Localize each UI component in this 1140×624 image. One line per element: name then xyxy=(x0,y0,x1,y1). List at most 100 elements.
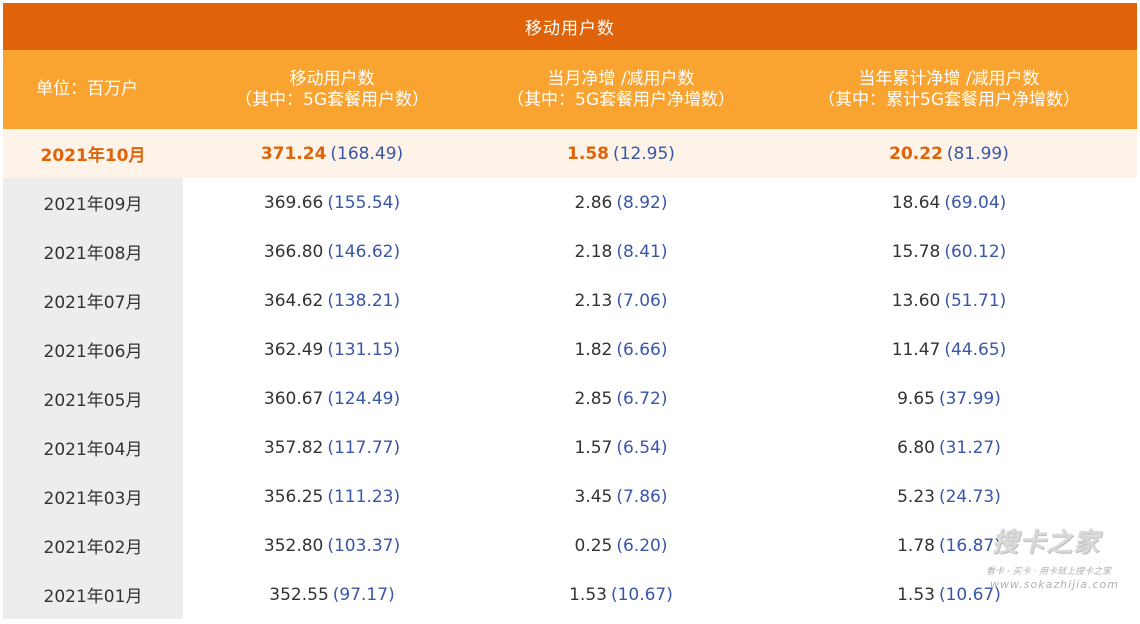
table-row: 2021年01月 352.55 (97.17) 1.53 (10.67) 1.53 (10.… xyxy=(3,570,1137,619)
total-5g-value: (131.15) xyxy=(327,339,401,360)
monthly-net-value: 2.18 xyxy=(574,241,613,262)
ytd-net-value: 6.80 xyxy=(897,437,935,458)
total-users-cell: 352.80 (103.37) xyxy=(183,521,481,570)
total-users-value: 357.82 xyxy=(263,437,324,458)
table-row: 2021年02月 352.80 (103.37) 0.25 (6.20) 1.78 (16.… xyxy=(3,521,1137,570)
total-users-cell: 366.80 (146.62) xyxy=(183,227,481,276)
header-total-users-sub: （其中：5G套餐用户数） xyxy=(235,89,429,110)
month-label: 2021年04月 xyxy=(43,440,143,460)
watermark-url: www.sokazhijia.com xyxy=(990,578,1119,591)
monthly-net-value: 1.58 xyxy=(567,143,609,164)
total-5g-value: (155.54) xyxy=(327,192,401,213)
monthly-5g-value: (8.41) xyxy=(616,241,668,262)
monthly-net-cell: 1.53 (10.67) xyxy=(481,570,761,619)
ytd-net-cell: 11.47 (44.65) xyxy=(761,325,1137,374)
ytd-net-cell: 9.65 (37.99) xyxy=(761,374,1137,423)
monthly-5g-value: (6.66) xyxy=(616,339,668,360)
monthly-net-cell: 3.45 (7.86) xyxy=(481,472,761,521)
monthly-5g-value: (12.95) xyxy=(613,143,675,164)
monthly-net-value: 3.45 xyxy=(574,486,613,507)
total-users-cell: 364.62 (138.21) xyxy=(183,276,481,325)
total-users-value: 362.49 xyxy=(263,339,324,360)
watermark: 搜卡之家 看卡 · 买卡 · 用卡就上搜卡之家 www.sokazhijia.c… xyxy=(980,522,1140,594)
total-5g-value: (103.37) xyxy=(327,535,401,556)
total-users-cell: 371.24 (168.49) xyxy=(183,129,481,178)
month-label: 2021年03月 xyxy=(43,489,143,509)
total-5g-value: (97.17) xyxy=(332,584,395,605)
monthly-net-value: 0.25 xyxy=(574,535,613,556)
table-row: 2021年09月 369.66 (155.54) 2.86 (8.92) 18.64 (69… xyxy=(3,178,1137,227)
monthly-net-cell: 2.13 (7.06) xyxy=(481,276,761,325)
monthly-net-cell: 1.57 (6.54) xyxy=(481,423,761,472)
monthly-net-value: 1.82 xyxy=(574,339,613,360)
month-cell: 2021年09月 xyxy=(3,178,183,227)
month-cell: 2021年03月 xyxy=(3,472,183,521)
month-cell: 2021年06月 xyxy=(3,325,183,374)
total-users-cell: 369.66 (155.54) xyxy=(183,178,481,227)
monthly-5g-value: (10.67) xyxy=(610,584,673,605)
total-5g-value: (168.49) xyxy=(330,143,404,164)
month-label: 2021年02月 xyxy=(43,538,143,558)
total-users-cell: 357.82 (117.77) xyxy=(183,423,481,472)
ytd-net-cell: 6.80 (31.27) xyxy=(761,423,1137,472)
table-row: 2021年07月 364.62 (138.21) 2.13 (7.06) 13.60 (51… xyxy=(3,276,1137,325)
total-users-cell: 352.55 (97.17) xyxy=(183,570,481,619)
header-ytd-net-title: 当年累计净增 /减用户数 xyxy=(858,68,1040,89)
ytd-5g-value: (60.12) xyxy=(944,241,1007,262)
month-label: 2021年08月 xyxy=(43,244,143,264)
table-row: 2021年08月 366.80 (146.62) 2.18 (8.41) 15.78 (60… xyxy=(3,227,1137,276)
monthly-net-cell: 0.25 (6.20) xyxy=(481,521,761,570)
monthly-net-cell: 2.18 (8.41) xyxy=(481,227,761,276)
total-5g-value: (117.77) xyxy=(327,437,401,458)
monthly-5g-value: (6.54) xyxy=(616,437,668,458)
total-users-cell: 360.67 (124.49) xyxy=(183,374,481,423)
total-5g-value: (138.21) xyxy=(327,290,401,311)
total-users-value: 369.66 xyxy=(263,192,324,213)
month-cell: 2021年04月 xyxy=(3,423,183,472)
ytd-net-value: 20.22 xyxy=(889,143,943,164)
monthly-net-value: 2.86 xyxy=(574,192,613,213)
monthly-5g-value: (7.06) xyxy=(616,290,668,311)
month-cell: 2021年05月 xyxy=(3,374,183,423)
ytd-net-cell: 13.60 (51.71) xyxy=(761,276,1137,325)
total-users-value: 366.80 xyxy=(263,241,324,262)
header-monthly-net-sub: （其中：5G套餐用户净增数） xyxy=(507,89,735,110)
ytd-5g-value: (24.73) xyxy=(938,486,1001,507)
watermark-tagline: 看卡 · 买卡 · 用卡就上搜卡之家 xyxy=(986,567,1112,577)
table-row: 2021年06月 362.49 (131.15) 1.82 (6.66) 11.47 (44… xyxy=(3,325,1137,374)
monthly-5g-value: (6.72) xyxy=(616,388,668,409)
ytd-net-value: 1.78 xyxy=(897,535,935,556)
monthly-5g-value: (6.20) xyxy=(616,535,668,556)
header-monthly-net: 当月净增 /减用户数 （其中：5G套餐用户净增数） xyxy=(481,69,761,111)
table-title: 移动用户数 xyxy=(3,3,1137,50)
mobile-users-table: 移动用户数 单位：百万户 移动用户数 （其中：5G套餐用户数） 当月净增 /减用… xyxy=(3,3,1137,619)
month-cell: 2021年02月 xyxy=(3,521,183,570)
month-cell: 2021年07月 xyxy=(3,276,183,325)
ytd-5g-value: (37.99) xyxy=(938,388,1001,409)
ytd-net-cell: 5.23 (24.73) xyxy=(761,472,1137,521)
total-5g-value: (146.62) xyxy=(327,241,401,262)
ytd-net-cell: 20.22 (81.99) xyxy=(761,129,1137,178)
header-ytd-net: 当年累计净增 /减用户数 （其中：累计5G套餐用户净增数） xyxy=(761,69,1137,111)
total-5g-value: (111.23) xyxy=(327,486,401,507)
table-header: 单位：百万户 移动用户数 （其中：5G套餐用户数） 当月净增 /减用户数 （其中… xyxy=(3,50,1137,129)
header-ytd-net-sub: （其中：累计5G套餐用户净增数） xyxy=(818,89,1080,110)
total-users-value: 364.62 xyxy=(263,290,324,311)
month-label: 2021年01月 xyxy=(43,587,143,607)
ytd-net-value: 9.65 xyxy=(897,388,935,409)
month-label: 2021年05月 xyxy=(43,391,143,411)
total-users-value: 356.25 xyxy=(263,486,324,507)
table-row: 2021年04月 357.82 (117.77) 1.57 (6.54) 6.80 (31.… xyxy=(3,423,1137,472)
monthly-net-value: 2.13 xyxy=(574,290,613,311)
ytd-net-value: 11.47 xyxy=(891,339,941,360)
total-users-value: 360.67 xyxy=(263,388,324,409)
total-users-value: 352.80 xyxy=(263,535,324,556)
monthly-5g-value: (8.92) xyxy=(616,192,668,213)
header-monthly-net-title: 当月净增 /减用户数 xyxy=(547,68,695,89)
header-unit: 单位：百万户 xyxy=(36,79,138,99)
monthly-net-value: 1.57 xyxy=(574,437,613,458)
monthly-net-cell: 2.86 (8.92) xyxy=(481,178,761,227)
watermark-logo: 搜卡之家 xyxy=(992,528,1101,558)
month-cell: 2021年08月 xyxy=(3,227,183,276)
month-label: 2021年10月 xyxy=(40,146,146,166)
